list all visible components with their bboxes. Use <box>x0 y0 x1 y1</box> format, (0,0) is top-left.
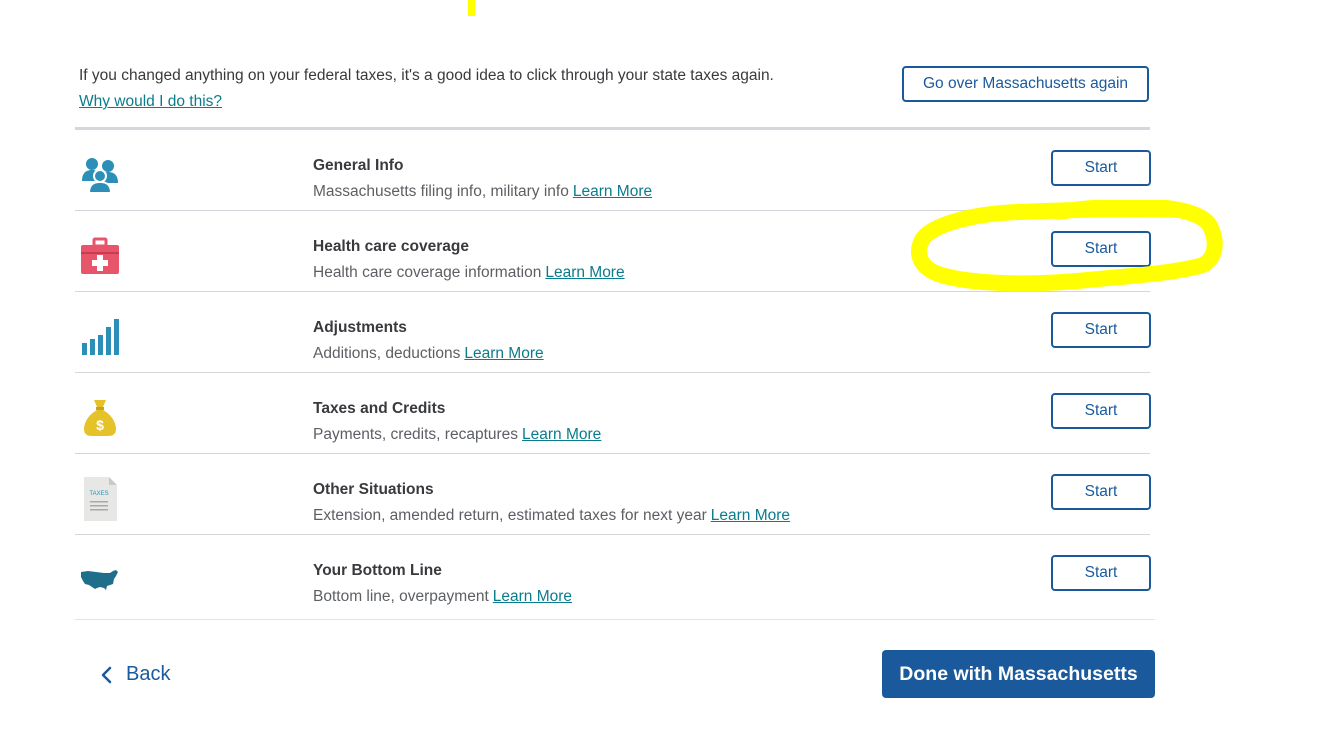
section-row-health-care: Health care coverage Health care coverag… <box>75 211 1151 292</box>
footer-divider <box>75 619 1155 620</box>
go-over-massachusetts-button[interactable]: Go over Massachusetts again <box>902 66 1149 102</box>
section-title: Adjustments <box>313 319 407 336</box>
first-aid-kit-icon <box>79 235 121 277</box>
learn-more-link[interactable]: Learn More <box>464 345 543 362</box>
section-row-taxes-credits: $ Taxes and Credits Payments, credits, r… <box>75 373 1151 454</box>
section-title: Your Bottom Line <box>313 562 442 579</box>
people-icon <box>79 154 121 196</box>
yellow-annotation-mark <box>468 0 475 16</box>
start-button-bottom-line[interactable]: Start <box>1051 555 1151 591</box>
tax-document-icon: TAXES <box>79 477 121 521</box>
bar-chart-icon <box>79 316 121 358</box>
section-subtitle: Health care coverage information Learn Mo… <box>313 264 625 281</box>
learn-more-link[interactable]: Learn More <box>545 264 624 281</box>
why-link[interactable]: Why would I do this? <box>79 93 222 111</box>
section-row-general-info: General Info Massachusetts filing info, … <box>75 130 1151 211</box>
money-bag-icon: $ <box>79 397 121 439</box>
section-subtitle: Bottom line, overpayment Learn More <box>313 588 573 605</box>
learn-more-link[interactable]: Learn More <box>711 507 790 524</box>
back-label: Back <box>126 663 171 685</box>
section-subtitle: Payments, credits, recaptures Learn More <box>313 426 602 443</box>
learn-more-link[interactable]: Learn More <box>573 183 652 200</box>
tax-doc-label: TAXES <box>89 491 108 497</box>
section-title: Health care coverage <box>313 238 469 255</box>
start-button-adjustments[interactable]: Start <box>1051 312 1151 348</box>
learn-more-link[interactable]: Learn More <box>522 426 601 443</box>
start-button-other-situations[interactable]: Start <box>1051 474 1151 510</box>
section-subtitle: Extension, amended return, estimated tax… <box>313 507 791 524</box>
section-title: General Info <box>313 157 404 174</box>
section-title: Other Situations <box>313 481 434 498</box>
svg-text:$: $ <box>96 417 104 433</box>
start-button-health-care[interactable]: Start <box>1051 231 1151 267</box>
section-subtitle: Massachusetts filing info, military info… <box>313 183 653 200</box>
section-row-adjustments: Adjustments Additions, deductions Learn M… <box>75 292 1151 373</box>
section-row-other-situations: TAXES Other Situations Extension, amende… <box>75 454 1151 535</box>
section-row-bottom-line: Your Bottom Line Bottom line, overpaymen… <box>75 535 1151 616</box>
section-subtitle: Additions, deductions Learn More <box>313 345 544 362</box>
start-button-taxes-credits[interactable]: Start <box>1051 393 1151 429</box>
back-button[interactable]: Back <box>100 663 170 686</box>
chevron-left-icon <box>101 666 112 683</box>
usa-map-icon <box>79 559 121 601</box>
intro-text: If you changed anything on your federal … <box>79 67 774 84</box>
done-with-massachusetts-button[interactable]: Done with Massachusetts <box>882 650 1155 698</box>
start-button-general-info[interactable]: Start <box>1051 150 1151 186</box>
section-title: Taxes and Credits <box>313 400 446 417</box>
learn-more-link[interactable]: Learn More <box>493 588 572 605</box>
